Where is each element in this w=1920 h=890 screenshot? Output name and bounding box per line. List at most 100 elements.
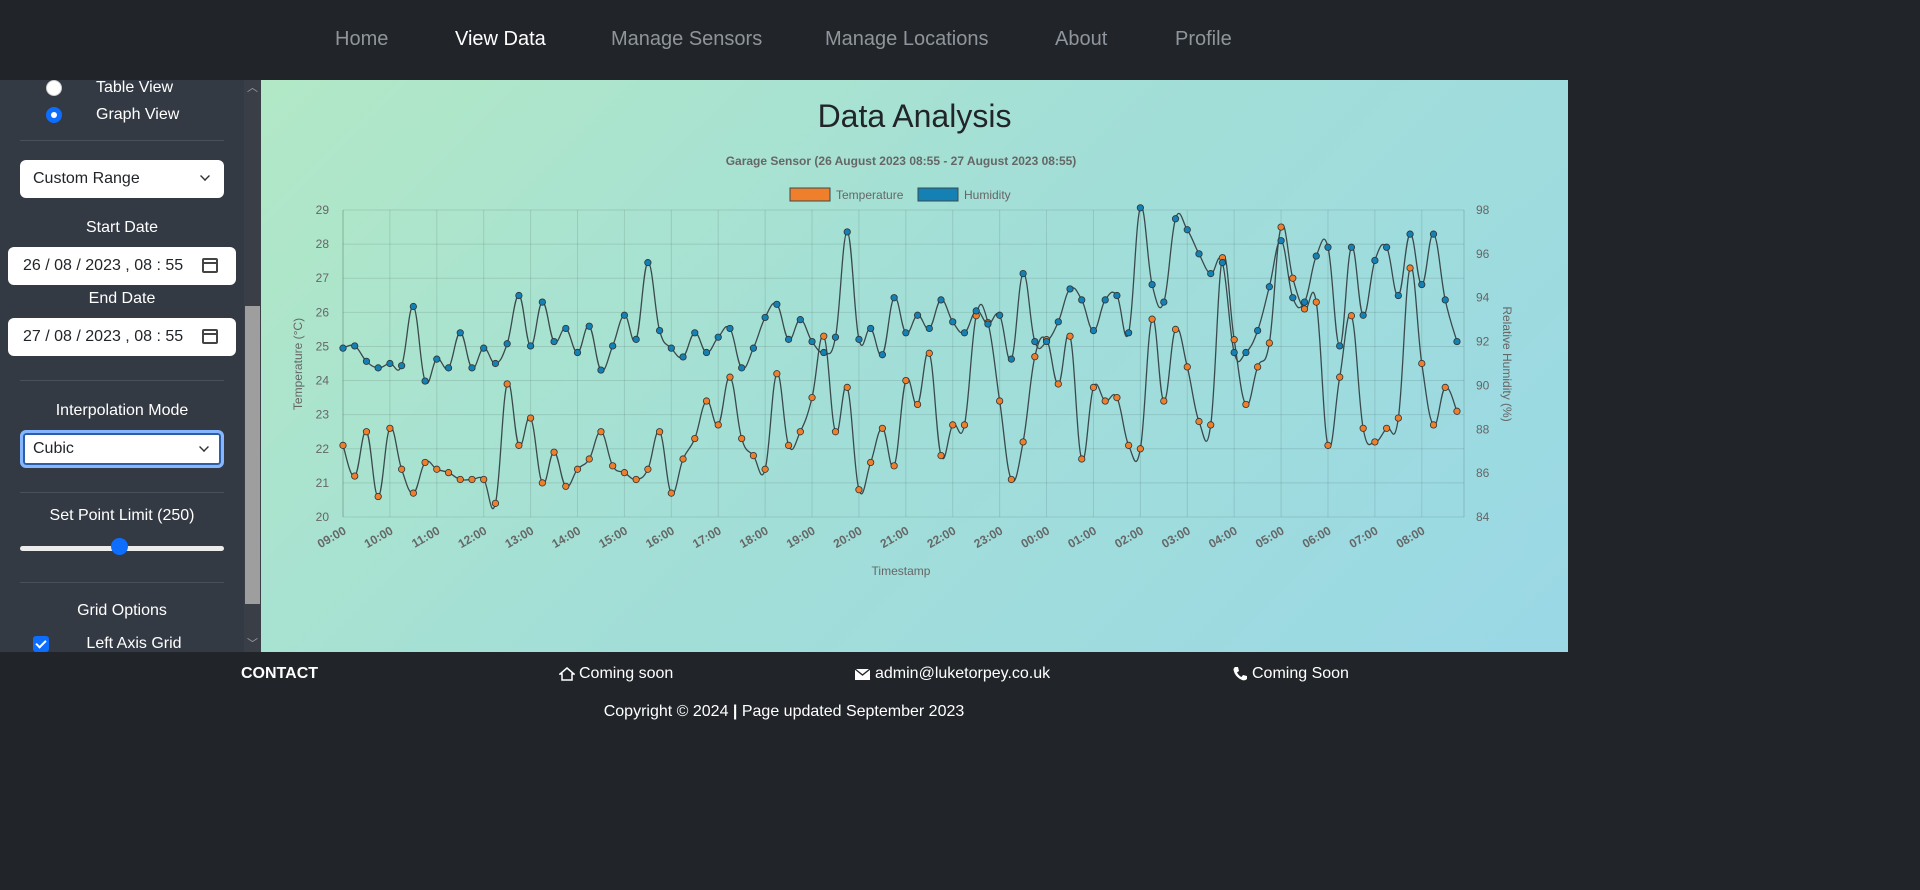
data-point-humidity (702, 348, 711, 357)
data-point-temperature (1007, 475, 1015, 484)
y-right-tick-label: 96 (1476, 247, 1490, 261)
x-tick-label: 02:00 (1112, 523, 1146, 551)
x-tick-label: 08:00 (1394, 523, 1428, 551)
end-date-label: End Date (88, 290, 156, 307)
point-limit-slider-thumb[interactable] (111, 538, 128, 555)
start-date-input[interactable]: 26 / 08 / 2023 , 08 : 55 (8, 247, 236, 285)
graph-view-radio[interactable] (46, 107, 62, 123)
nav-view-data-link[interactable]: View Data (455, 28, 546, 51)
graph-view-option[interactable]: Graph View (46, 104, 179, 126)
x-tick-label: 23:00 (972, 523, 1006, 551)
data-point-temperature (1312, 298, 1320, 306)
data-point-humidity (398, 362, 406, 370)
legend-humidity-swatch[interactable] (917, 187, 959, 202)
y-right-tick-label: 90 (1476, 378, 1490, 392)
data-point-humidity (1078, 296, 1086, 304)
x-tick-label: 01:00 (1065, 523, 1099, 551)
x-tick-label: 10:00 (362, 523, 396, 551)
x-tick-label: 17:00 (690, 523, 724, 551)
footer-address: Coming soon (559, 665, 673, 683)
nav-manage-locations-link[interactable]: Manage Locations (825, 28, 988, 51)
data-point-humidity (1125, 329, 1133, 337)
x-tick-label: 15:00 (596, 523, 630, 551)
y-left-tick-label: 29 (316, 203, 330, 217)
x-tick-label: 22:00 (925, 523, 959, 551)
data-point-humidity (1254, 327, 1262, 335)
start-date-label: Start Date (85, 219, 159, 236)
y-right-tick-label: 86 (1476, 466, 1490, 480)
data-point-humidity (667, 344, 675, 352)
data-point-humidity (1347, 243, 1356, 251)
table-view-option[interactable]: Table View (46, 80, 173, 99)
x-tick-label: 04:00 (1206, 523, 1240, 551)
data-point-temperature (1125, 441, 1133, 449)
nav-about-link[interactable]: About (1055, 28, 1107, 51)
scroll-down-icon[interactable]: ﹀ (244, 636, 261, 652)
data-point-temperature (1019, 438, 1027, 446)
data-point-temperature (1265, 339, 1273, 347)
y-left-tick-label: 28 (316, 237, 330, 251)
calendar-icon[interactable] (202, 258, 218, 273)
data-point-humidity (1136, 204, 1144, 212)
y-left-tick-label: 22 (316, 442, 330, 456)
x-tick-label: 09:00 (315, 523, 349, 551)
data-point-temperature (808, 394, 816, 402)
y-right-tick-label: 98 (1476, 203, 1490, 217)
data-point-humidity (1406, 230, 1414, 238)
data-point-humidity (1031, 337, 1039, 346)
data-point-temperature (714, 421, 722, 429)
top-navbar: Home View Data Manage Sensors Manage Loc… (0, 0, 1568, 80)
data-point-temperature (409, 489, 417, 497)
data-point-temperature (562, 482, 570, 490)
scroll-up-icon[interactable]: ︿ (244, 80, 261, 96)
x-tick-label: 16:00 (643, 523, 677, 551)
data-point-temperature (1160, 397, 1168, 405)
data-point-humidity (538, 298, 546, 306)
calendar-icon[interactable] (202, 329, 218, 344)
footer-email[interactable]: admin@luketorpey.co.uk (854, 665, 1050, 683)
data-point-temperature (913, 400, 922, 409)
divider (20, 140, 224, 141)
legend-temperature-swatch[interactable] (789, 187, 831, 202)
interpolation-select[interactable]: Cubic (20, 430, 224, 468)
y-left-tick-label: 24 (316, 374, 330, 388)
data-point-temperature (1207, 421, 1215, 429)
data-point-temperature (1394, 414, 1402, 422)
data-point-temperature (1371, 438, 1379, 446)
data-point-humidity (1277, 237, 1285, 245)
data-point-humidity (1336, 342, 1344, 350)
data-point-temperature (515, 441, 523, 449)
y-left-tick-label: 27 (316, 271, 330, 285)
table-view-radio[interactable] (46, 80, 62, 96)
data-point-temperature (1136, 445, 1144, 453)
data-point-humidity (867, 324, 875, 333)
interpolation-select-value: Cubic (33, 440, 74, 457)
end-date-input[interactable]: 27 / 08 / 2023 , 08 : 55 (8, 318, 236, 356)
data-point-temperature (1277, 223, 1285, 231)
data-point-humidity (456, 329, 464, 337)
data-point-temperature (867, 458, 875, 467)
legend-temperature-label[interactable]: Temperature (836, 188, 904, 202)
legend-humidity-label[interactable]: Humidity (964, 188, 1011, 202)
series-line-temperature (342, 224, 1458, 510)
scrollbar-thumb[interactable] (245, 306, 260, 604)
data-point-temperature (1031, 353, 1039, 361)
nav-profile-link[interactable]: Profile (1175, 28, 1232, 51)
data-point-temperature (1230, 336, 1238, 344)
data-point-humidity (843, 228, 851, 236)
data-point-temperature (339, 441, 347, 449)
data-point-temperature (1242, 400, 1250, 409)
data-point-humidity (1019, 269, 1027, 278)
email-link[interactable]: admin@luketorpey.co.uk (875, 665, 1050, 683)
data-point-temperature (1336, 373, 1344, 381)
data-point-humidity (585, 322, 593, 330)
nav-manage-sensors-link[interactable]: Manage Sensors (611, 28, 762, 51)
data-point-humidity (1148, 280, 1156, 289)
data-point-temperature (480, 475, 488, 484)
nav-home-link[interactable]: Home (335, 28, 388, 51)
sidebar-scrollbar[interactable]: ︿ ﹀ (244, 80, 261, 652)
range-select[interactable]: Custom Range (20, 160, 224, 198)
page-updated-text: Page updated September 2023 (741, 703, 965, 720)
data-point-humidity (714, 333, 722, 341)
data-point-humidity (831, 333, 840, 341)
